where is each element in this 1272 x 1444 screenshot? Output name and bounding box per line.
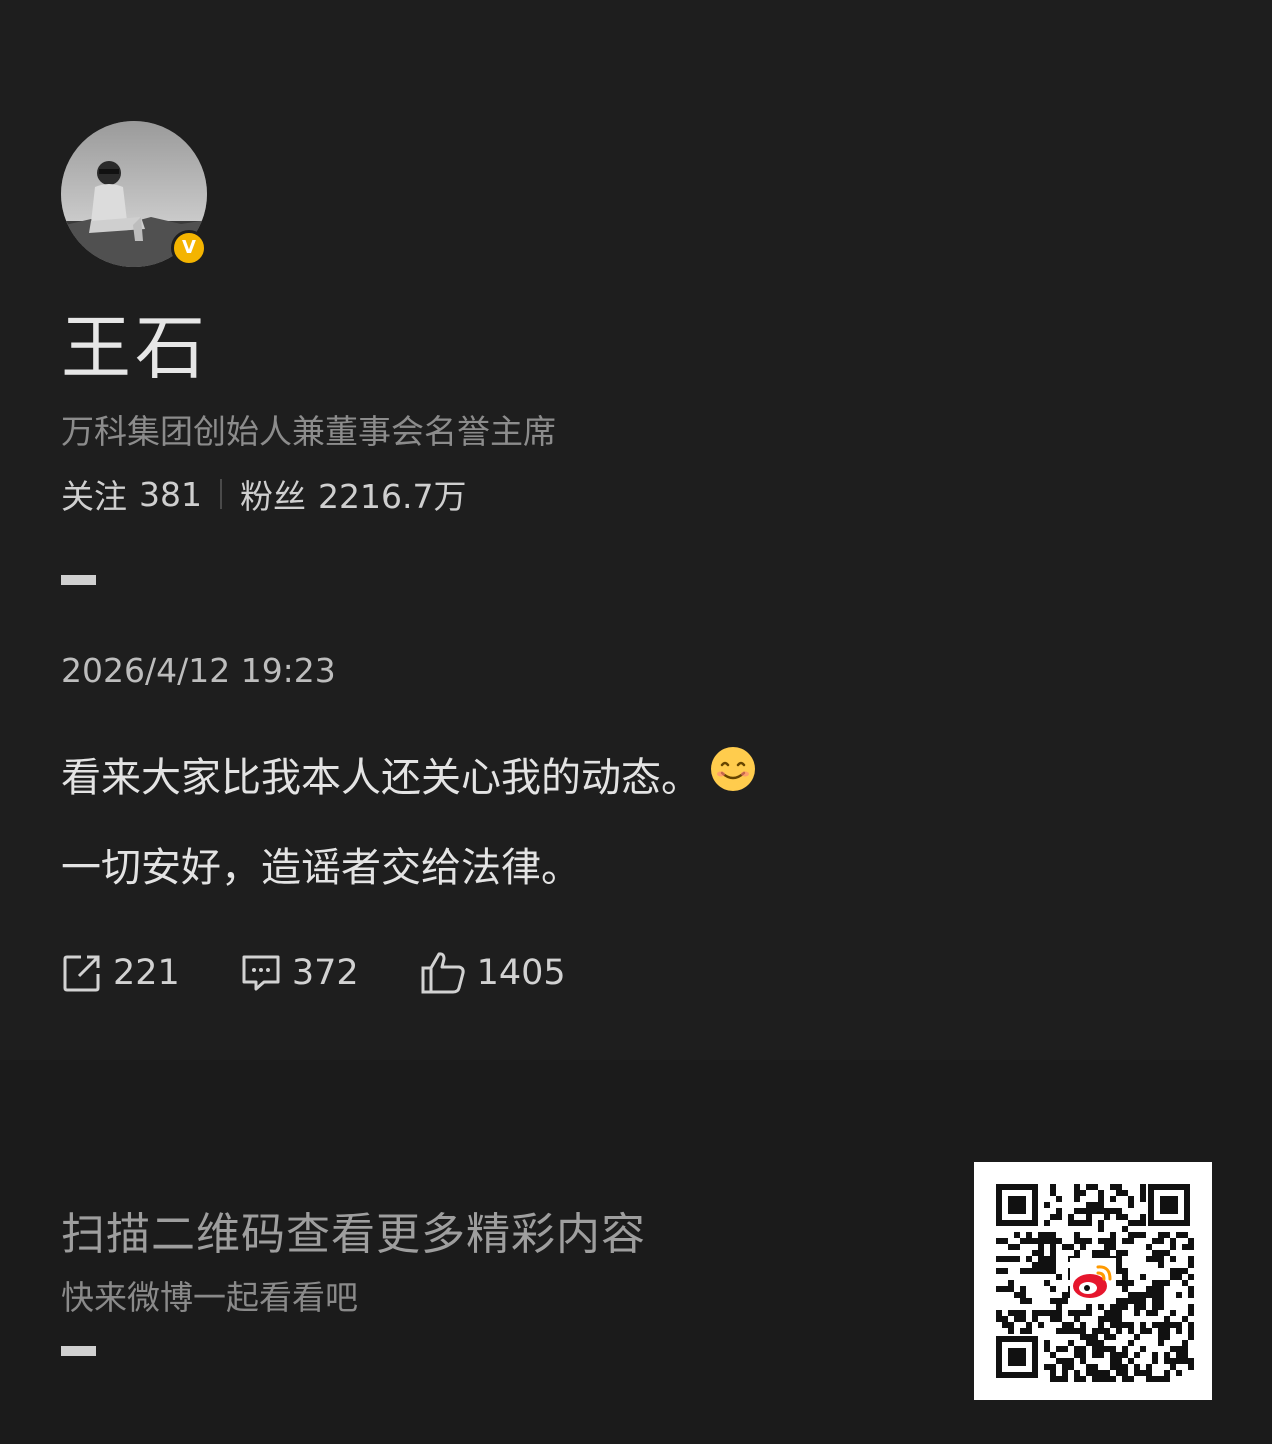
section-divider — [61, 575, 96, 585]
repost-button[interactable]: 221 — [61, 952, 180, 994]
like-count: 1405 — [476, 953, 566, 993]
post-text-line2: 一切安好，造谣者交给法律。 — [61, 845, 581, 891]
post-timestamp: 2026/4/12 19:23 — [61, 651, 336, 690]
repost-count: 221 — [113, 953, 180, 993]
footer-subtitle: 快来微博一起看看吧 — [61, 1278, 358, 1317]
footer-divider — [61, 1346, 96, 1356]
weibo-logo-icon — [1070, 1258, 1116, 1304]
followers-label[interactable]: 粉丝 — [240, 470, 306, 518]
following-count[interactable]: 381 — [139, 475, 202, 514]
verified-badge-icon: V — [171, 230, 207, 266]
footer-title: 扫描二维码查看更多精彩内容 — [61, 1209, 646, 1260]
repost-icon — [63, 955, 100, 992]
followers-count[interactable]: 2216.7万 — [318, 470, 466, 518]
following-label[interactable]: 关注 — [61, 470, 127, 518]
profile-stats: 关注 381 粉丝 2216.7万 — [61, 470, 466, 518]
profile-bio: 万科集团创始人兼董事会名誉主席 — [61, 412, 556, 451]
comment-count: 372 — [291, 953, 359, 993]
comment-icon — [242, 955, 280, 991]
smiling-face-icon — [709, 745, 757, 803]
thumbs-up-icon — [421, 952, 465, 994]
post-actions: 221 372 1405 — [61, 950, 626, 996]
like-button[interactable]: 1405 — [419, 950, 566, 996]
post-text-line1: 看来大家比我本人还关心我的动态。 — [61, 745, 757, 803]
comment-button[interactable]: 372 — [240, 952, 359, 994]
profile-name[interactable]: 王石 — [61, 292, 209, 393]
post-text: 看来大家比我本人还关心我的动态。 — [61, 755, 701, 801]
qr-code — [974, 1162, 1212, 1400]
stats-divider — [220, 479, 222, 509]
